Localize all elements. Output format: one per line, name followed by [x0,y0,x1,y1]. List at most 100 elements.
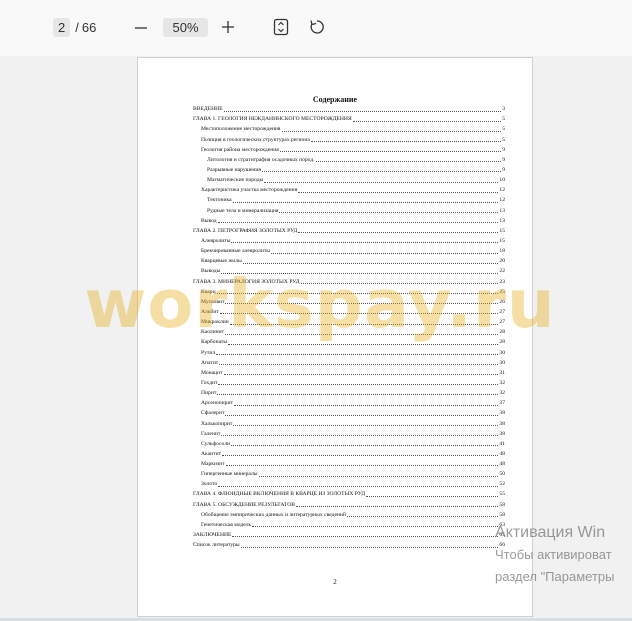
zoom-in-button[interactable] [218,17,238,37]
toc-entry-page: 27 [499,319,505,326]
toc-entry[interactable]: Сфалерит 38 [193,407,505,417]
toc-entry[interactable]: ГЛАВА 5. ОБСУЖДЕНИЕ РЕЗУЛЬТАТОВ 58 [193,498,505,508]
toc-entry-text: Разрывные нарушения [207,166,261,173]
toc-entry[interactable]: Рутил 30 [193,346,505,356]
toc-entry[interactable]: Каолинит 28 [193,326,505,336]
toc-entry[interactable]: Золото 52 [193,478,505,488]
toc-entry-page: 41 [499,440,505,447]
current-page-input[interactable]: 2 [53,18,71,37]
toc-entry-page: 15 [499,227,505,234]
toc-entry[interactable]: Характеристика участка месторождения 12 [193,184,505,194]
toc-entry[interactable]: Монацит 31 [193,367,505,377]
toc-entry-text: Халькопирит [201,420,233,427]
toc-entry-page: 13 [499,207,505,214]
toc-entry[interactable]: Маркизит 48 [193,458,505,468]
toc-entry-page: 10 [499,177,505,184]
toc-entry[interactable]: Кварц 25 [193,286,505,296]
toc-leader-dots [221,435,499,437]
toc-entry-page: 28 [499,329,505,336]
zoom-out-button[interactable] [131,18,151,38]
toc-entry[interactable]: ЗАКЛЮЧЕНИЕ 65 [193,529,505,539]
toc-entry-text: Альбит [201,308,219,315]
toc-entry-text: Монацит [201,369,223,376]
toc-entry-page: 23 [499,278,505,285]
toc-entry-page: 38 [499,430,505,437]
toc-entry[interactable]: Выводы 22 [193,265,505,275]
toc-leader-dots [218,485,499,487]
toc-leader-dots [223,374,499,376]
toc-entry[interactable]: Алевролиты 15 [193,235,505,245]
toc-entry[interactable]: Местоположение месторождения 5 [193,123,505,133]
toc-entry[interactable]: Гипергенные минералы 50 [193,468,505,478]
toc-entry[interactable]: ВВЕДЕНИЕ 3 [193,103,505,113]
toc-entry[interactable]: Галенит 38 [193,428,505,438]
toc-entry[interactable]: Обобщение эмпирических данных и литерату… [193,509,505,519]
toc-entry-page: 30 [499,349,505,356]
toc-entry-text: Золото [201,481,218,488]
toc-entry[interactable]: Геология района месторождения 9 [193,144,505,154]
toc-entry[interactable]: Акантит 48 [193,448,505,458]
toc-leader-dots [222,455,499,457]
toc-leader-dots [216,293,499,295]
toc-entry-text: Магматические породы [207,177,264,184]
toc-leader-dots [231,242,499,244]
toc-entry[interactable]: Апатит 30 [193,357,505,367]
toc-entry-text: Сфалерит [201,410,225,417]
toc-entry[interactable]: Мусковит 26 [193,296,505,306]
toc-leader-dots [232,201,499,203]
toc-leader-dots [258,475,499,477]
toc-entry[interactable]: Пирит 32 [193,387,505,397]
toc-entry[interactable]: Кварцевые жилы 20 [193,255,505,265]
toc-entry-text: Список литературы [193,542,240,549]
toc-entry[interactable]: Разрывные нарушения 9 [193,164,505,174]
toc-entry[interactable]: Магматические породы 10 [193,174,505,184]
toc-entry-page: 27 [499,308,505,315]
table-of-contents: ВВЕДЕНИЕ 3 ГЛАВА 1. ГЕОЛОГИЯ НЕЖДАНИНСКОГО… [193,103,505,549]
toc-entry[interactable]: Арсенопирит 37 [193,397,505,407]
toc-leader-dots [264,181,499,183]
toc-entry-text: Брекчированные алевролиты [201,248,271,255]
toc-entry-text: ВВЕДЕНИЕ [193,106,223,113]
toc-entry[interactable]: ГЛАВА 3. МИНЕРАЛОГИЯ ЗОЛОТЫХ РУД 23 [193,275,505,285]
toc-entry[interactable]: Микроклин 27 [193,316,505,326]
zoom-level[interactable]: 50% [163,18,208,37]
toc-entry-page: 12 [499,197,505,204]
toc-entry[interactable]: Брекчированные алевролиты 18 [193,245,505,255]
toc-entry-text: Галенит [201,430,221,437]
toc-entry[interactable]: ГЛАВА 2. ПЕТРОГРАФИЯ ЗОЛОТЫХ РУД 15 [193,225,505,235]
toc-leader-dots [221,272,499,274]
toc-entry[interactable]: Список литературы 66 [193,539,505,549]
toc-leader-dots [252,526,499,528]
toc-entry-text: Геология района месторождения [201,146,279,153]
plus-icon [222,21,234,33]
toc-entry-text: ГЛАВА 3. МИНЕРАЛОГИЯ ЗОЛОТЫХ РУД [193,278,300,285]
toc-leader-dots [228,343,499,345]
fit-page-button[interactable] [272,17,290,37]
toc-entry[interactable]: Тектоника 12 [193,194,505,204]
toc-entry[interactable]: Вывод 13 [193,215,505,225]
rotate-button[interactable] [307,17,327,37]
minus-icon [135,27,147,29]
toc-entry[interactable]: Гохдит 32 [193,377,505,387]
toc-entry-text: Рутил [201,349,216,356]
toc-entry-page: 20 [499,258,505,265]
toc-leader-dots [310,140,502,142]
toc-entry[interactable]: Альбит 27 [193,306,505,316]
pdf-toolbar: 2 / 66 50% [0,0,632,56]
toc-entry[interactable]: Литология и стратиграфия осадочных пород… [193,154,505,164]
toc-entry[interactable]: ГЛАВА 4. ФЛЮИДНЫЕ ВКЛЮЧЕНИЯ В КВАРЦЕ ИЗ … [193,488,505,498]
toc-entry[interactable]: ГЛАВА 1. ГЕОЛОГИЯ НЕЖДАНИНСКОГО МЕСТОРОЖ… [193,113,505,123]
toc-entry[interactable]: Карбонаты 28 [193,336,505,346]
toc-entry-page: 48 [499,461,505,468]
toc-entry[interactable]: Генетическая модель 63 [193,519,505,529]
toc-entry[interactable]: Рудные тела и минерализация 13 [193,204,505,214]
toc-entry[interactable]: Позиция в геологических структурах регио… [193,133,505,143]
toc-leader-dots [223,110,502,112]
toc-entry-page: 38 [499,420,505,427]
toc-entry[interactable]: Сульфосоли 41 [193,438,505,448]
toc-entry-text: Сульфосоли [201,440,231,447]
toc-entry[interactable]: Халькопирит 38 [193,417,505,427]
toc-leader-dots [296,506,499,508]
toc-leader-dots [366,495,499,497]
toc-leader-dots [298,232,499,234]
